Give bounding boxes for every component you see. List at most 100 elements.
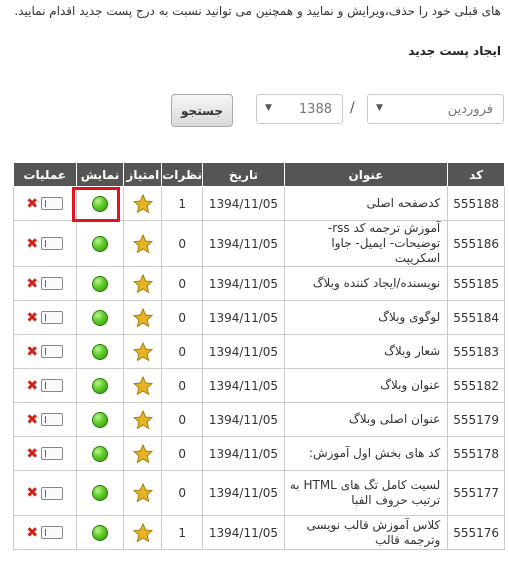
status-dot-icon[interactable] [91,411,108,428]
header-rating[interactable]: امتیاز [123,162,163,187]
row-code: 555177 [447,470,505,516]
row-actions: ✖ [14,379,76,393]
actions-cell: ✖ [13,220,77,267]
chevron-down-icon: ▼ [265,103,272,113]
row-actions: ✖ [14,277,76,291]
header-date[interactable]: تاریخ [202,162,285,187]
delete-icon[interactable]: ✖ [26,486,38,500]
row-date: 1394/11/05 [202,368,285,403]
delete-icon[interactable]: ✖ [26,526,38,540]
row-actions: ✖ [14,486,76,500]
row-code: 555183 [447,334,505,369]
year-select[interactable]: 1388 ▼ [256,94,343,124]
delete-icon[interactable]: ✖ [26,311,38,325]
row-comments: 1 [161,515,204,550]
row-title[interactable]: کد های بخش اول آموزش: [283,436,449,471]
table-row: 555182 عنوان وبلاگ 1394/11/05 0 ✖ [13,368,505,403]
header-display[interactable]: نمایش [75,162,125,187]
star-icon[interactable] [132,273,154,294]
rating-cell [123,266,163,301]
edit-icon[interactable] [41,413,64,426]
delete-icon[interactable]: ✖ [26,413,38,427]
edit-icon[interactable] [41,237,64,250]
edit-icon[interactable] [41,447,64,460]
row-date: 1394/11/05 [202,402,285,437]
rating-cell [123,402,163,437]
status-dot-icon[interactable] [91,343,108,360]
edit-icon[interactable] [41,197,64,210]
status-dot-icon[interactable] [91,309,108,326]
row-date: 1394/11/05 [202,186,285,221]
display-cell [75,470,125,516]
table-row: 555185 نویسنده/ایجاد کننده وبلاگ 1394/11/0… [13,266,505,301]
delete-icon[interactable]: ✖ [26,197,38,211]
edit-icon[interactable] [41,345,64,358]
header-code[interactable]: کد [447,162,505,187]
status-dot-icon[interactable] [91,235,108,252]
row-comments: 0 [161,368,204,403]
delete-icon[interactable]: ✖ [26,345,38,359]
row-title[interactable]: عنوان اصلی وبلاگ [283,402,449,437]
status-dot-icon[interactable] [91,195,108,212]
row-title[interactable]: لوگوی وبلاگ [283,300,449,335]
row-actions: ✖ [14,237,76,251]
edit-icon[interactable] [41,277,64,290]
rating-cell [123,220,163,267]
status-dot-icon[interactable] [91,524,108,541]
table-row: 555188 کدصفحه اصلی 1394/11/05 1 ✖ [13,186,505,221]
row-title[interactable]: لسیت کامل تگ های HTML به ترتیب حروف الفب… [283,470,449,516]
table-row: 555176 کلاس آموزش قالب نویسی وترجمه قالب 1… [13,515,505,550]
delete-icon[interactable]: ✖ [26,237,38,251]
display-cell [75,334,125,369]
date-separator: / [350,100,355,116]
status-dot-icon[interactable] [91,377,108,394]
star-icon[interactable] [132,193,154,214]
row-title[interactable]: عنوان وبلاگ [283,368,449,403]
row-code: 555179 [447,402,505,437]
delete-icon[interactable]: ✖ [26,277,38,291]
display-cell [75,368,125,403]
rating-cell [123,368,163,403]
month-value: فروردین [447,102,493,117]
star-icon[interactable] [132,482,154,503]
intro-text: های قبلی خود را حذف،ویرایش و نمایید و هم… [14,4,501,18]
delete-icon[interactable]: ✖ [26,379,38,393]
star-icon[interactable] [132,443,154,464]
posts-table: کد عنوان تاریخ نظرات امتیاز نمایش عملیات… [13,162,505,550]
row-title[interactable]: کلاس آموزش قالب نویسی وترجمه قالب [283,515,449,550]
display-cell [75,300,125,335]
delete-icon[interactable]: ✖ [26,447,38,461]
status-dot-icon[interactable] [91,275,108,292]
search-button[interactable]: جستجو [171,94,233,127]
row-date: 1394/11/05 [202,220,285,267]
edit-icon[interactable] [41,379,64,392]
table-row: 555179 عنوان اصلی وبلاگ 1394/11/05 0 ✖ [13,402,505,437]
actions-cell: ✖ [13,436,77,471]
star-icon[interactable] [132,307,154,328]
row-code: 555184 [447,300,505,335]
row-title[interactable]: آموزش ترجمه کد rss- توضیحات- ایمیل- جاوا… [283,220,449,267]
row-title[interactable]: نویسنده/ایجاد کننده وبلاگ [283,266,449,301]
rating-cell [123,436,163,471]
edit-icon[interactable] [41,311,64,324]
header-comments[interactable]: نظرات [161,162,204,187]
edit-icon[interactable] [41,526,64,539]
rating-cell [123,186,163,221]
status-dot-icon[interactable] [91,485,108,501]
display-cell [75,402,125,437]
row-date: 1394/11/05 [202,515,285,550]
row-code: 555186 [447,220,505,267]
star-icon[interactable] [132,522,154,543]
row-comments: 0 [161,436,204,471]
star-icon[interactable] [132,233,154,254]
row-title[interactable]: کدصفحه اصلی [283,186,449,221]
edit-icon[interactable] [41,486,64,500]
header-title[interactable]: عنوان [283,162,449,187]
star-icon[interactable] [132,341,154,362]
row-title[interactable]: شعار وبلاگ [283,334,449,369]
month-select[interactable]: فروردین ▼ [367,94,504,124]
rating-cell [123,515,163,550]
star-icon[interactable] [132,409,154,430]
star-icon[interactable] [132,375,154,396]
status-dot-icon[interactable] [91,445,108,462]
